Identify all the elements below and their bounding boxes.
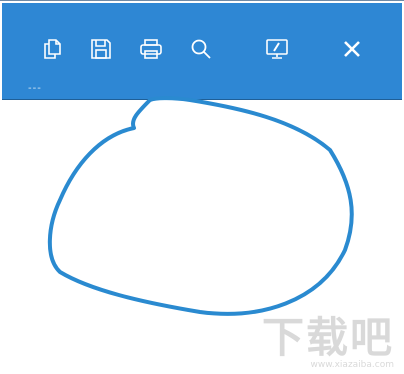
watermark: 下载吧 www.xiazaiba.com: [261, 313, 394, 371]
watermark-logo-text: 下载吧: [261, 313, 394, 362]
hand-drawn-loop: [47, 96, 354, 316]
